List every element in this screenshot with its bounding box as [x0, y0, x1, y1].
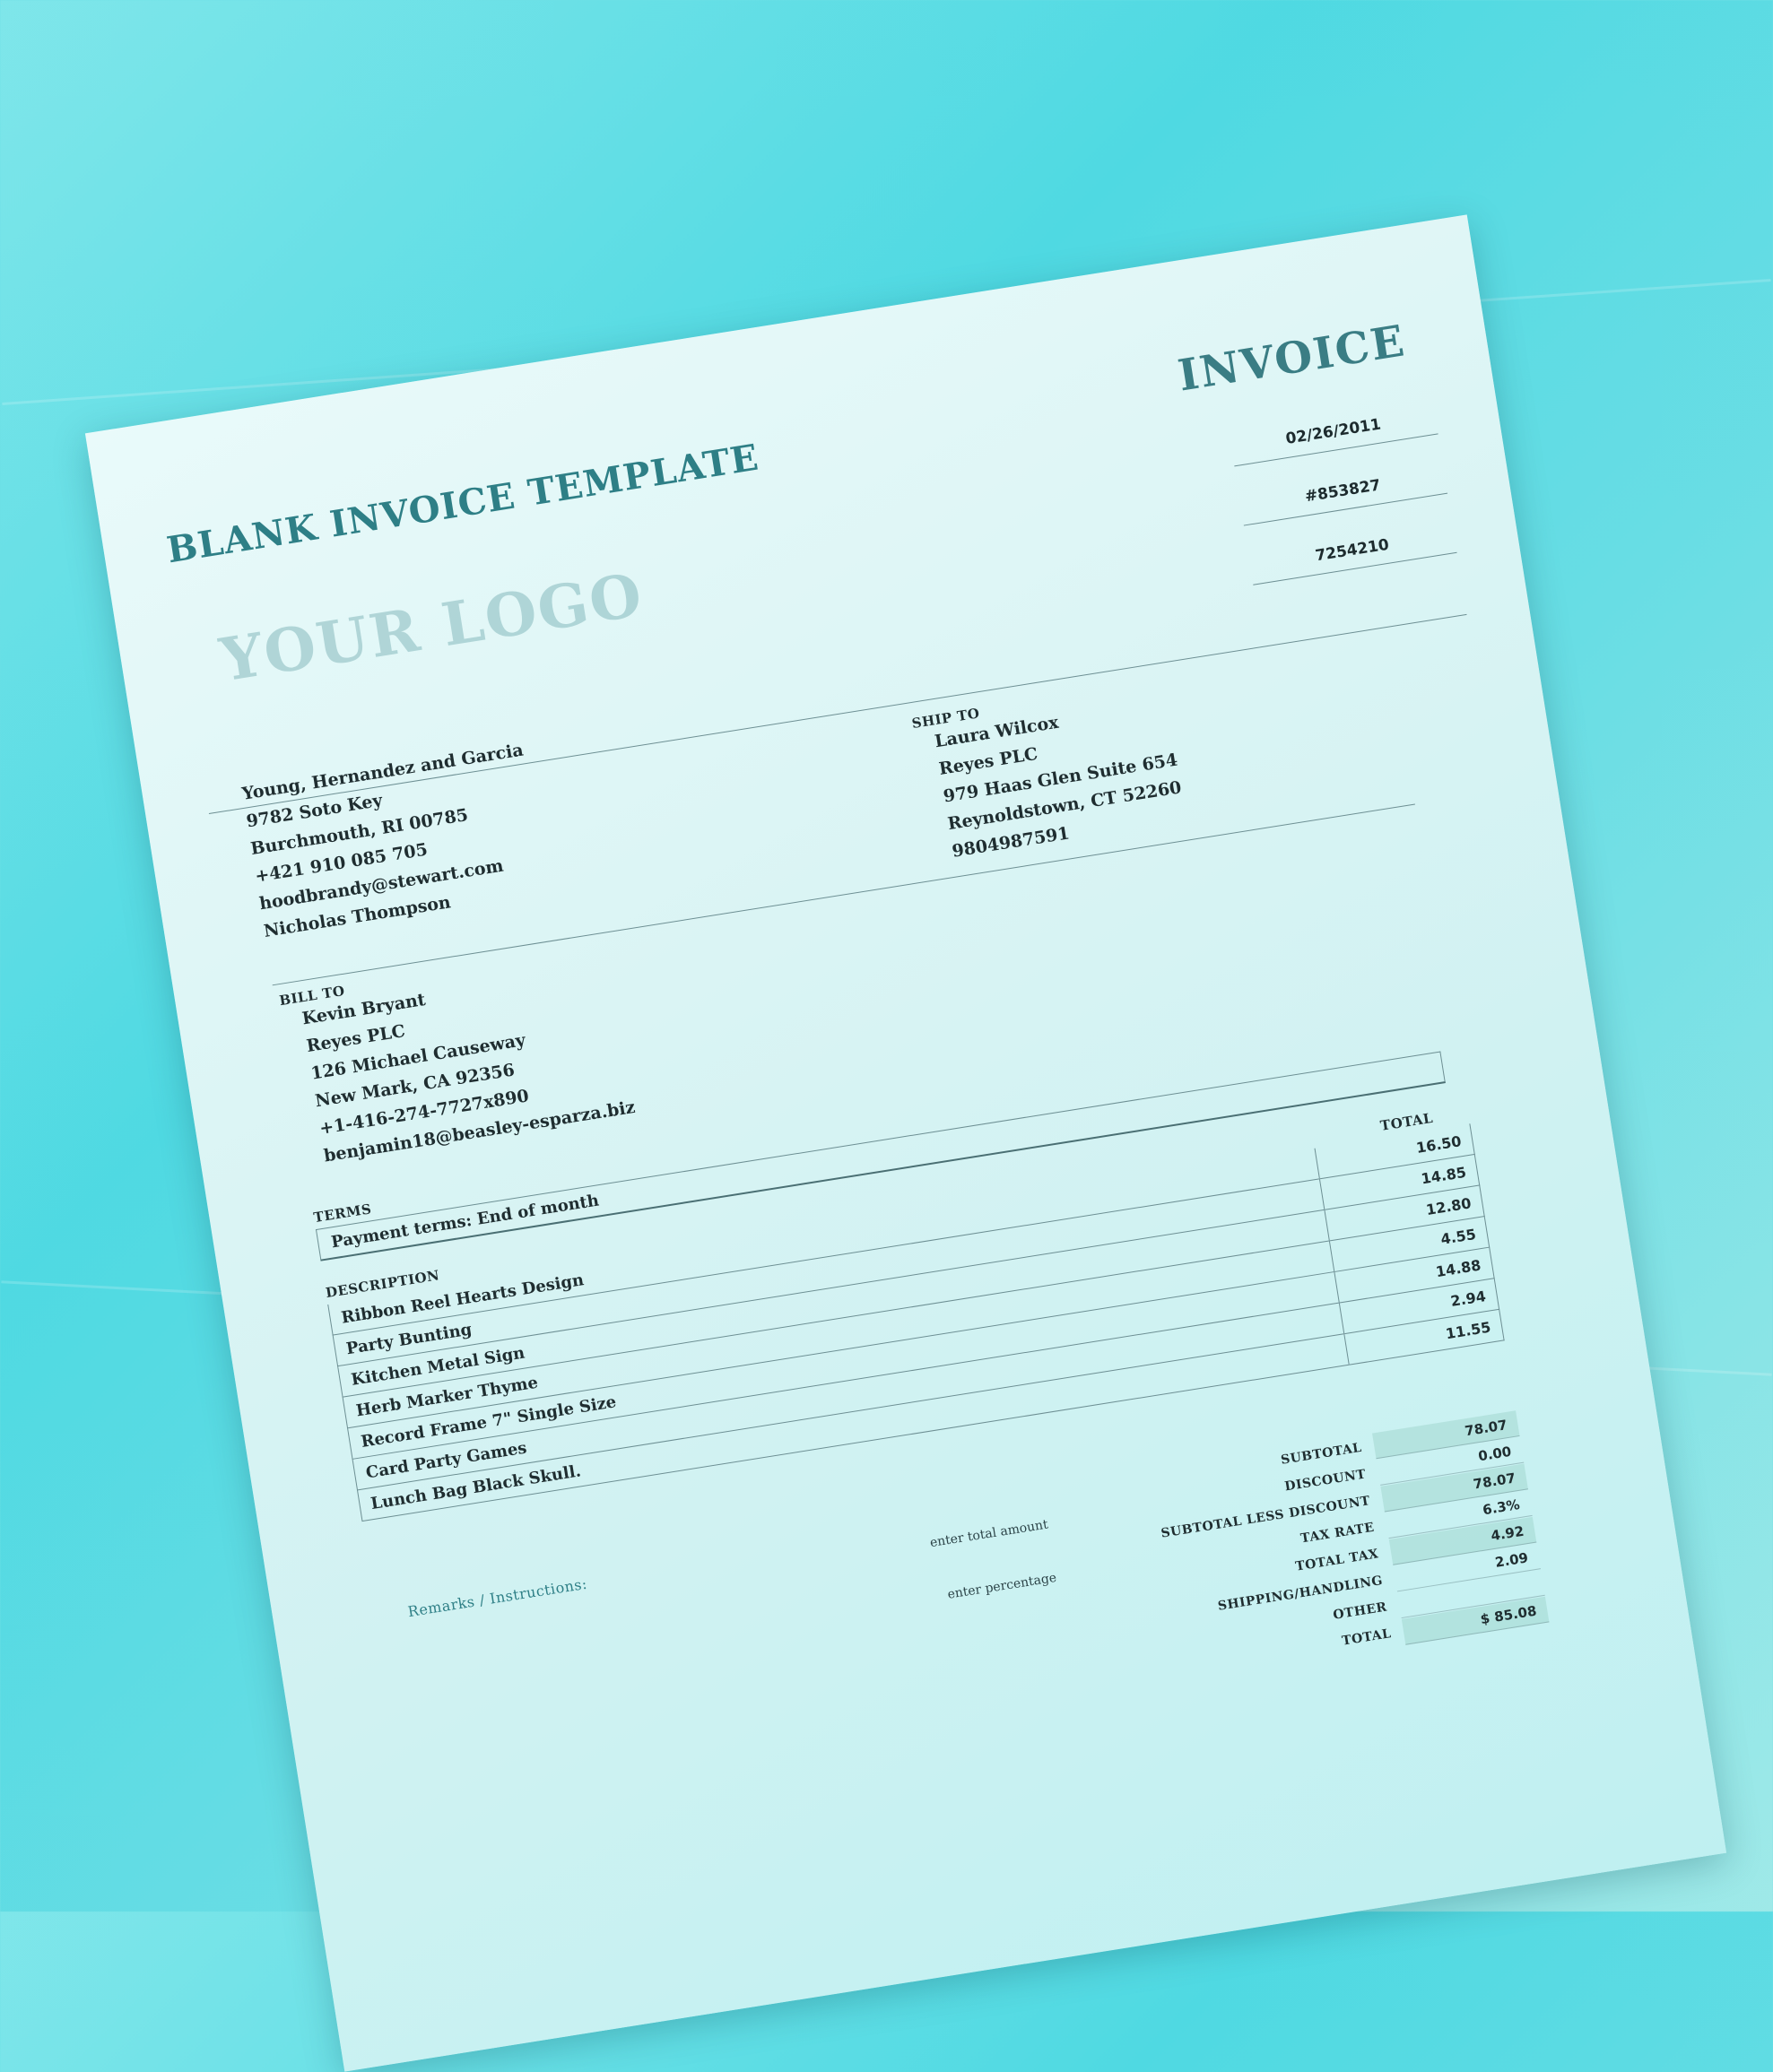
invoice-heading: INVOICE: [1174, 316, 1410, 402]
document-title: BLANK INVOICE TEMPLATE: [163, 436, 762, 572]
invoice-meta: 02/26/2011 #853827 7254210: [1229, 401, 1462, 612]
remarks-label: Remarks / Instructions:: [406, 1574, 589, 1621]
ship-to-block: SHIP TO Laura Wilcox Reyes PLC 979 Haas …: [910, 676, 1188, 870]
sender-block: Young, Hernandez and Garcia 9782 Soto Ke…: [240, 737, 547, 946]
logo-placeholder: YOUR LOGO: [215, 559, 648, 696]
invoice-number: #853827: [1238, 461, 1448, 526]
invoice-date: 02/26/2011: [1229, 401, 1438, 467]
invoice-paper: BLANK INVOICE TEMPLATE INVOICE YOUR LOGO…: [84, 214, 1727, 2072]
totals-summary: SUBTOTAL 78.07 enter total amount DISCOU…: [891, 1409, 1550, 1721]
customer-id: 7254210: [1247, 520, 1457, 585]
invoice-content: BLANK INVOICE TEMPLATE INVOICE YOUR LOGO…: [85, 214, 1726, 2071]
